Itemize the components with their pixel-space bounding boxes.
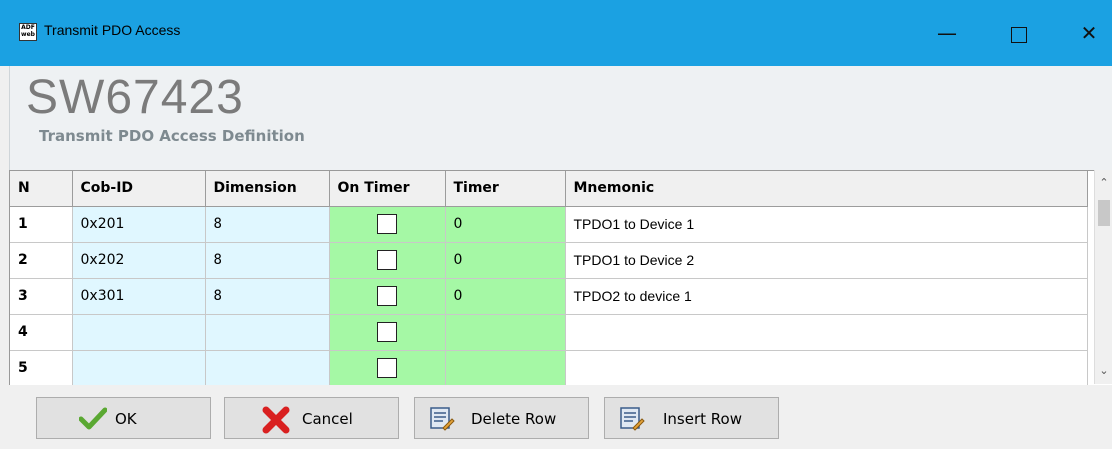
cob-id-cell[interactable] (72, 314, 206, 351)
on-timer-cell[interactable] (329, 314, 446, 351)
table-row[interactable]: 2 0x202 8 0 TPDO1 to Device 2 (10, 242, 1088, 279)
timer-cell[interactable]: 0 (445, 206, 566, 243)
dimension-cell[interactable]: 8 (205, 206, 330, 243)
dialog-window: ADF web Transmit PDO Access — ✕ SW67423 T… (0, 0, 1112, 449)
delete-row-icon (430, 407, 455, 431)
mnemonic-cell[interactable]: TPDO1 to Device 2 (565, 242, 1088, 279)
dimension-cell[interactable]: 8 (205, 278, 330, 315)
product-code: SW67423 (26, 71, 244, 124)
red-x-icon (262, 406, 290, 434)
table-row[interactable]: 4 (10, 314, 1088, 351)
maximize-button[interactable] (996, 10, 1042, 56)
column-header-mnemonic[interactable]: Mnemonic (565, 171, 1088, 207)
maximize-icon (1011, 26, 1027, 43)
on-timer-checkbox[interactable] (377, 358, 397, 378)
cob-id-cell[interactable]: 0x301 (72, 278, 206, 315)
cob-id-cell[interactable] (72, 350, 206, 385)
timer-cell[interactable]: 0 (445, 278, 566, 315)
column-header-n[interactable]: N (10, 171, 73, 207)
on-timer-cell[interactable] (329, 278, 446, 315)
table-row[interactable]: 3 0x301 8 0 TPDO2 to device 1 (10, 278, 1088, 315)
ok-button[interactable]: OK (36, 397, 211, 439)
on-timer-checkbox[interactable] (377, 250, 397, 270)
column-header-cob-id[interactable]: Cob-ID (72, 171, 206, 207)
ok-label: OK (115, 410, 137, 428)
page-subtitle: Transmit PDO Access Definition (39, 127, 305, 145)
table-row[interactable]: 5 (10, 350, 1088, 385)
column-header-on-timer[interactable]: On Timer (329, 171, 446, 207)
pdo-table: N Cob-ID Dimension On Timer Timer Mnemon… (9, 170, 1112, 385)
on-timer-cell[interactable] (329, 350, 446, 385)
mnemonic-cell[interactable] (565, 350, 1088, 385)
table-header-row: N Cob-ID Dimension On Timer Timer Mnemon… (10, 171, 1088, 207)
row-number-cell: 5 (10, 350, 73, 385)
row-number-cell: 2 (10, 242, 73, 279)
cob-id-cell[interactable]: 0x202 (72, 242, 206, 279)
on-timer-checkbox[interactable] (377, 286, 397, 306)
timer-cell[interactable]: 0 (445, 242, 566, 279)
dimension-cell[interactable]: 8 (205, 242, 330, 279)
mnemonic-cell[interactable]: TPDO2 to device 1 (565, 278, 1088, 315)
dimension-cell[interactable] (205, 350, 330, 385)
insert-row-icon (620, 407, 645, 431)
cob-id-cell[interactable]: 0x201 (72, 206, 206, 243)
mnemonic-cell[interactable]: TPDO1 to Device 1 (565, 206, 1088, 243)
minimize-button[interactable]: — (924, 10, 970, 56)
scroll-up-arrow-icon[interactable]: ⌃ (1095, 176, 1112, 189)
insert-row-label: Insert Row (663, 410, 742, 428)
vertical-scrollbar[interactable]: ⌃ ⌄ (1094, 170, 1112, 384)
on-timer-cell[interactable] (329, 206, 446, 243)
scrollbar-thumb[interactable] (1098, 200, 1110, 226)
column-header-timer[interactable]: Timer (445, 171, 566, 207)
row-number-cell: 1 (10, 206, 73, 243)
delete-row-label: Delete Row (471, 410, 557, 428)
timer-cell[interactable] (445, 350, 566, 385)
insert-row-button[interactable]: Insert Row (604, 397, 779, 439)
dimension-cell[interactable] (205, 314, 330, 351)
column-header-dimension[interactable]: Dimension (205, 171, 330, 207)
row-number-cell: 3 (10, 278, 73, 315)
close-button[interactable]: ✕ (1066, 10, 1112, 56)
title-bar[interactable]: ADF web Transmit PDO Access — ✕ (0, 0, 1112, 66)
app-icon: ADF web (19, 23, 37, 41)
mnemonic-cell[interactable] (565, 314, 1088, 351)
scroll-down-arrow-icon[interactable]: ⌄ (1095, 364, 1112, 377)
row-number-cell: 4 (10, 314, 73, 351)
on-timer-checkbox[interactable] (377, 214, 397, 234)
cancel-button[interactable]: Cancel (224, 397, 399, 439)
window-title: Transmit PDO Access (44, 22, 181, 38)
on-timer-checkbox[interactable] (377, 322, 397, 342)
cancel-label: Cancel (302, 410, 353, 428)
checkmark-icon (79, 407, 107, 430)
timer-cell[interactable] (445, 314, 566, 351)
on-timer-cell[interactable] (329, 242, 446, 279)
table-row[interactable]: 1 0x201 8 0 TPDO1 to Device 1 (10, 206, 1088, 243)
delete-row-button[interactable]: Delete Row (414, 397, 589, 439)
